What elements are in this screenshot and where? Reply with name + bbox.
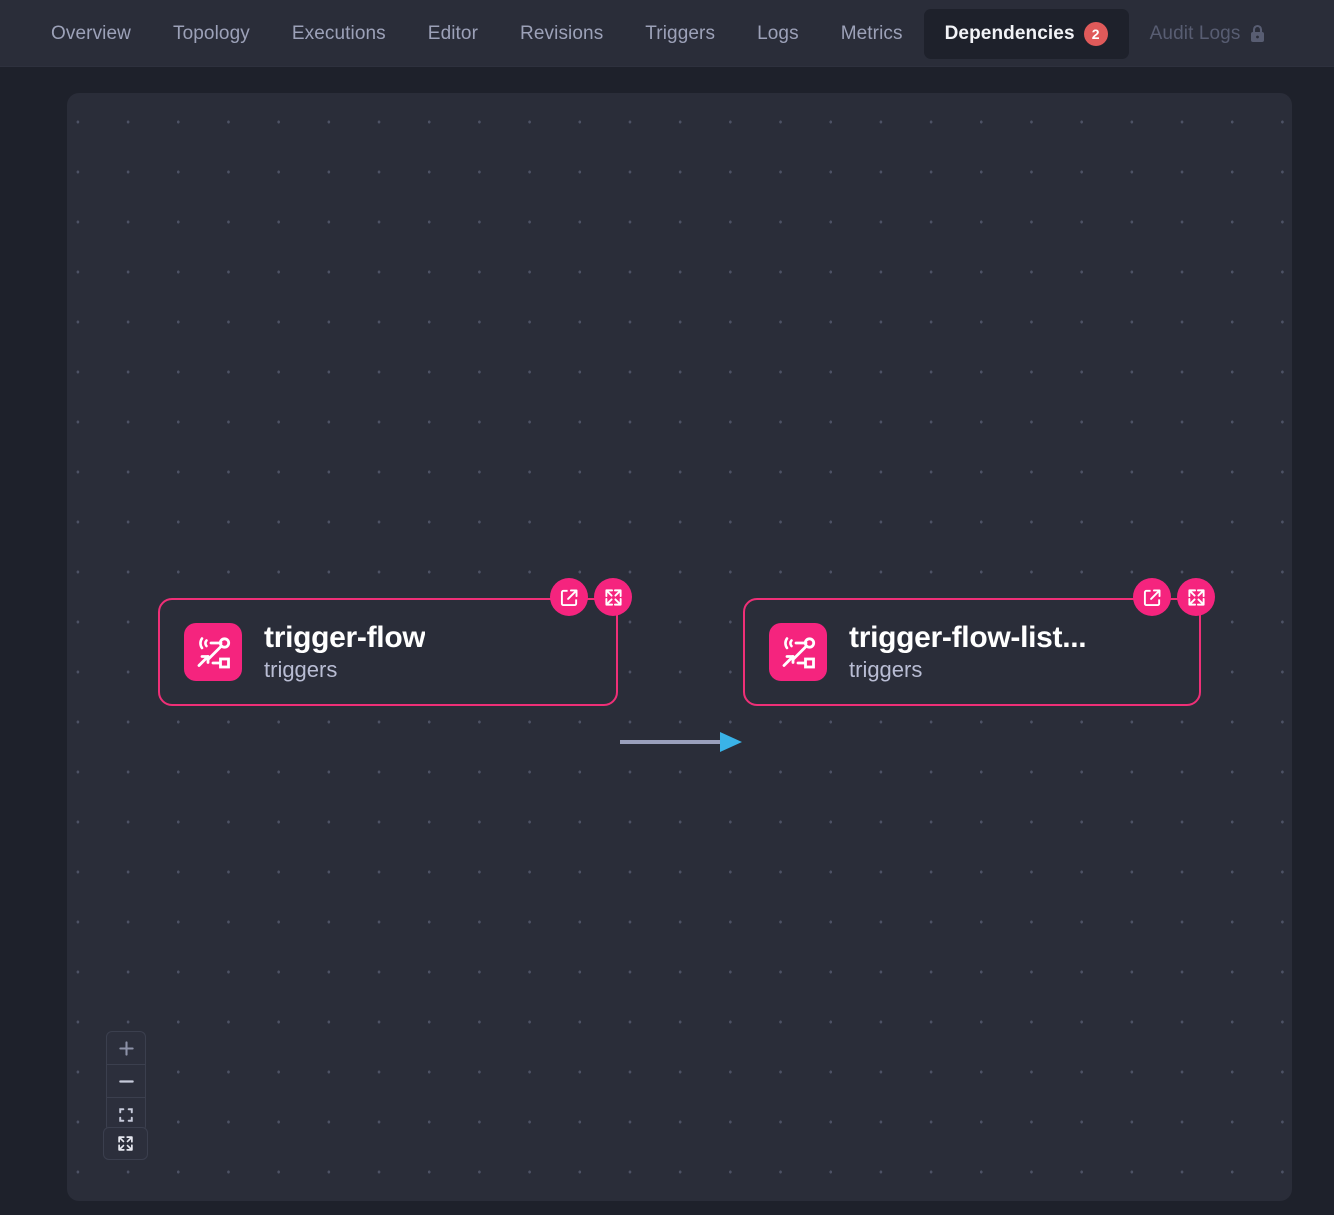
tab-label: Executions (292, 23, 386, 45)
trigger-flow-icon (184, 623, 242, 681)
node-title: trigger-flow-list... (849, 621, 1086, 656)
tab-executions[interactable]: Executions (271, 10, 407, 58)
tab-label: Dependencies (945, 23, 1075, 45)
tab-label: Revisions (520, 23, 603, 45)
tab-editor[interactable]: Editor (407, 10, 499, 58)
tab-overview[interactable]: Overview (30, 10, 152, 58)
tab-metrics[interactable]: Metrics (820, 10, 924, 58)
tab-topology[interactable]: Topology (152, 10, 271, 58)
expand-icon[interactable] (1177, 578, 1215, 616)
tab-label: Logs (757, 23, 799, 45)
node-text-block: trigger-flow triggers (264, 621, 425, 684)
graph-node-trigger-flow-list[interactable]: trigger-flow-list... triggers (743, 598, 1201, 706)
expand-icon[interactable] (594, 578, 632, 616)
tab-label: Audit Logs (1150, 23, 1241, 45)
lock-icon (1249, 24, 1266, 43)
fullscreen-icon (117, 1135, 134, 1152)
plus-icon (118, 1040, 135, 1057)
graph-node-trigger-flow[interactable]: trigger-flow triggers (158, 598, 618, 706)
node-action-group (1133, 578, 1215, 616)
tab-triggers[interactable]: Triggers (624, 10, 736, 58)
tab-dependencies[interactable]: Dependencies 2 (924, 9, 1129, 59)
tab-label: Overview (51, 23, 131, 45)
tab-label: Editor (428, 23, 478, 45)
zoom-in-button[interactable] (107, 1032, 145, 1065)
fit-view-icon (118, 1107, 134, 1123)
tab-label: Metrics (841, 23, 903, 45)
node-action-group (550, 578, 632, 616)
dependencies-count-badge: 2 (1084, 22, 1108, 46)
minus-icon (118, 1073, 135, 1090)
zoom-out-button[interactable] (107, 1065, 145, 1098)
fullscreen-button[interactable] (103, 1127, 148, 1160)
dependency-graph-canvas[interactable]: trigger-flow triggers (67, 93, 1292, 1201)
tab-revisions[interactable]: Revisions (499, 10, 624, 58)
trigger-flow-icon (769, 623, 827, 681)
node-title: trigger-flow (264, 621, 425, 656)
node-subtitle: triggers (264, 657, 425, 683)
tab-audit-logs[interactable]: Audit Logs (1129, 10, 1288, 58)
node-subtitle: triggers (849, 657, 1086, 683)
external-link-icon[interactable] (1133, 578, 1171, 616)
external-link-icon[interactable] (550, 578, 588, 616)
tab-label: Topology (173, 23, 250, 45)
node-text-block: trigger-flow-list... triggers (849, 621, 1086, 684)
tab-logs[interactable]: Logs (736, 10, 820, 58)
tab-label: Triggers (645, 23, 715, 45)
main-tab-bar: Overview Topology Executions Editor Revi… (0, 0, 1334, 67)
zoom-controls-panel (106, 1031, 146, 1132)
